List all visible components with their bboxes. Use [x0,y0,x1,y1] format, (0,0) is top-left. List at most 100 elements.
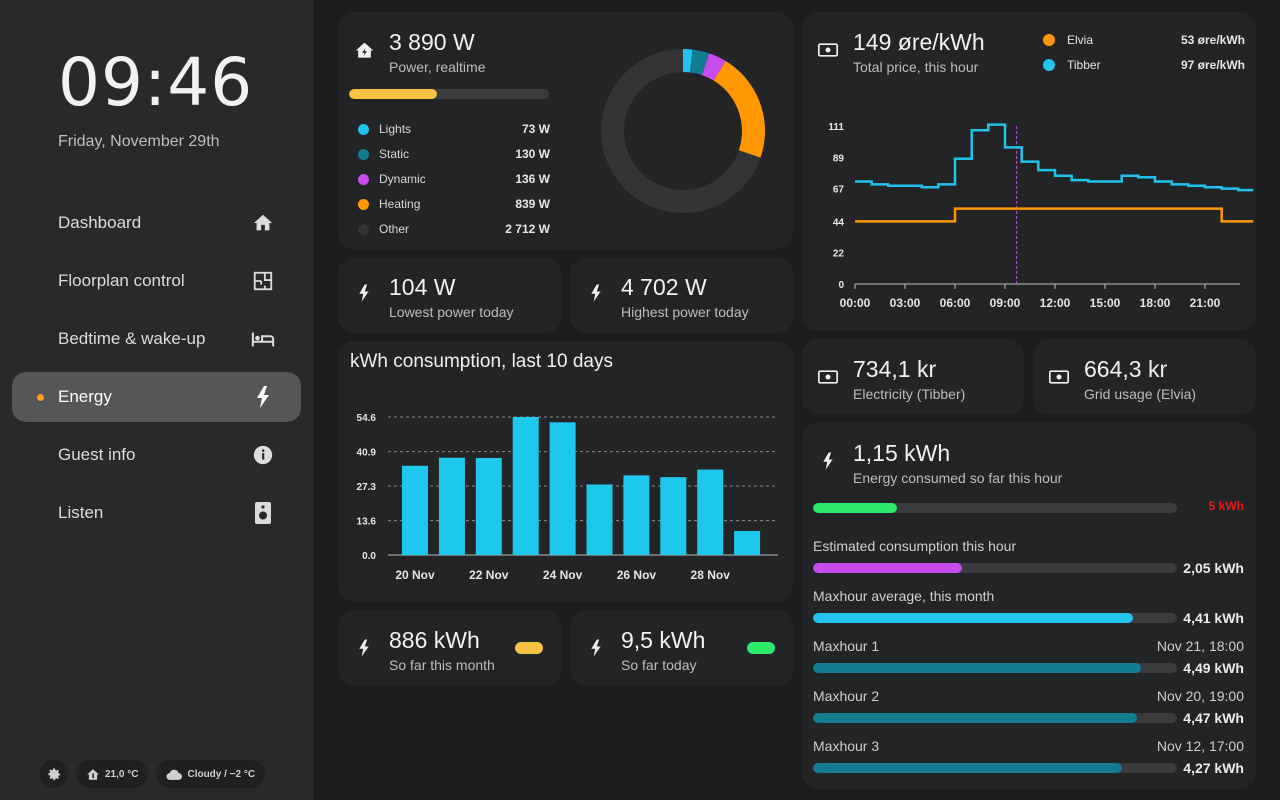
sidebar-item-label: Floorplan control [58,271,185,290]
hour-value: 1,15 kWh [853,440,951,466]
month-status-pill [515,642,543,654]
sidebar-item-label: Guest info [58,445,136,464]
electricity-cost-card: 734,1 kr Electricity (Tibber) [802,339,1024,415]
x-tick-label: 03:00 [890,296,921,310]
hour-progress-fill [813,503,897,513]
date: Friday, November 29th [58,133,220,150]
x-tick-label: 20 Nov [395,568,435,582]
sidebar-item-floorplan[interactable]: Floorplan control [12,256,301,306]
grid-value: 664,3 kr [1084,356,1168,382]
sidebar-item-energy[interactable]: Energy [12,372,301,422]
home-icon [251,211,275,235]
electricity-value: 734,1 kr [853,356,937,382]
row-bar-fill [813,763,1123,773]
bar-25-nov[interactable] [586,484,613,555]
y-tick-label: 89 [833,153,845,164]
x-tick-label: 28 Nov [691,568,731,582]
bar-28-nov[interactable] [697,469,724,555]
sidebar-footer: 21,0 °C Cloudy / −2 °C [40,760,266,788]
legend-value: 73 W [521,122,550,136]
sidebar-item-guest-info[interactable]: Guest info [12,430,301,480]
lowest-power-card: 104 W Lowest power today [338,257,561,333]
legend-value: 136 W [515,172,550,186]
legend-dot [358,123,369,135]
legend-name: Heating [379,197,421,211]
bar-21-nov[interactable] [438,457,465,555]
x-tick-label: 12:00 [1040,296,1071,310]
y-tick-label: 22 [833,249,845,260]
home-power-icon [354,40,374,60]
sidebar-item-dashboard[interactable]: Dashboard [12,198,301,248]
x-tick-label: 00:00 [840,296,871,310]
row-label: Maxhour average, this month [813,588,995,604]
bar-24-nov[interactable] [549,422,576,555]
sidebar-item-label: Listen [58,503,104,522]
y-tick-label: 0 [838,280,844,291]
row-value: 4,27 kWh [1183,760,1244,776]
legend-dot [358,223,369,235]
weather-chip[interactable]: Cloudy / −2 °C [156,760,266,788]
sidebar-nav: Dashboard Floorplan control Bedtime & wa… [12,198,301,546]
y-tick-label: 44 [833,217,845,228]
settings-button[interactable] [40,760,68,788]
legend-heating: Heating 839 W [358,194,550,214]
bar-20-nov[interactable] [402,465,428,555]
weather-text: Cloudy / −2 °C [187,768,256,780]
sidebar-item-bedtime[interactable]: Bedtime & wake-up [12,314,301,364]
today-value: 9,5 kWh [621,627,706,653]
active-indicator-dot [37,394,44,401]
y-tick-label: 67 [833,185,845,196]
today-status-pill [747,642,775,654]
row-timestamp: Nov 21, 18:00 [1156,638,1244,654]
price-line-chart: 0 22 44 67 89 111 00:00 03:00 06:00 09:00 12:00 15:… [828,122,1254,310]
month-label: So far this month [389,657,495,673]
cash-icon [1049,367,1069,387]
sidebar-item-listen[interactable]: Listen [12,488,301,538]
row-value: 4,47 kWh [1183,710,1244,726]
row-label: Maxhour 2 [813,688,880,704]
power-progress-fill [349,89,437,99]
row-bar-fill [813,713,1137,723]
lightning-icon [586,638,606,658]
row-bar-fill [813,663,1141,673]
y-tick-label: 13.6 [357,517,377,528]
sidebar-item-label: Bedtime & wake-up [58,329,206,348]
sidebar-item-label: Energy [58,387,112,406]
energy-dashboard: 09:46 Friday, November 29th Dashboard Fl… [0,0,1280,800]
today-kwh-card: 9,5 kWh So far today [570,610,793,686]
legend-other: Other 2 712 W [358,219,550,239]
y-tick-label: 54.6 [357,413,377,424]
lightning-icon [251,385,275,409]
gear-icon [47,767,60,780]
row-bar [813,663,1177,673]
highest-label: Highest power today [621,304,749,320]
x-tick-label: 24 Nov [543,568,583,582]
x-tick-label: 15:00 [1090,296,1121,310]
lightning-icon [586,283,606,303]
row-bar-fill [813,613,1134,623]
bar-26-nov[interactable] [623,475,650,555]
bar-23-nov[interactable] [512,417,539,555]
hour-limit: 5 kWh [1208,499,1244,513]
lowest-label: Lowest power today [389,304,514,320]
row-bar-fill [813,563,963,573]
hour-label: Energy consumed so far this hour [853,470,1063,486]
row-label: Maxhour 3 [813,738,880,754]
consumption-chart-card: kWh consumption, last 10 days 0.0 13.6 27.… [338,341,793,602]
floorplan-icon [251,269,275,293]
lowest-value: 104 W [389,274,456,300]
today-label: So far today [621,657,697,673]
legend-dot [358,198,369,210]
highest-value: 4 702 W [621,274,707,300]
consumption-bar-chart: 0.0 13.6 27.3 40.9 54.6 20 Nov 22 Nov 24 Nov 26 … [357,413,778,582]
series-elvia [855,207,1254,223]
home-thermometer-icon [87,768,99,780]
indoor-temp-chip[interactable]: 21,0 °C [76,760,149,788]
series-tibber [855,123,1254,192]
bar-29-nov[interactable] [734,530,761,555]
x-tick-label: 22 Nov [469,568,509,582]
row-value: 2,05 kWh [1183,560,1244,576]
bar-22-nov[interactable] [475,457,502,555]
bar-27-nov[interactable] [660,477,687,555]
legend-value: 2 712 W [505,222,550,236]
